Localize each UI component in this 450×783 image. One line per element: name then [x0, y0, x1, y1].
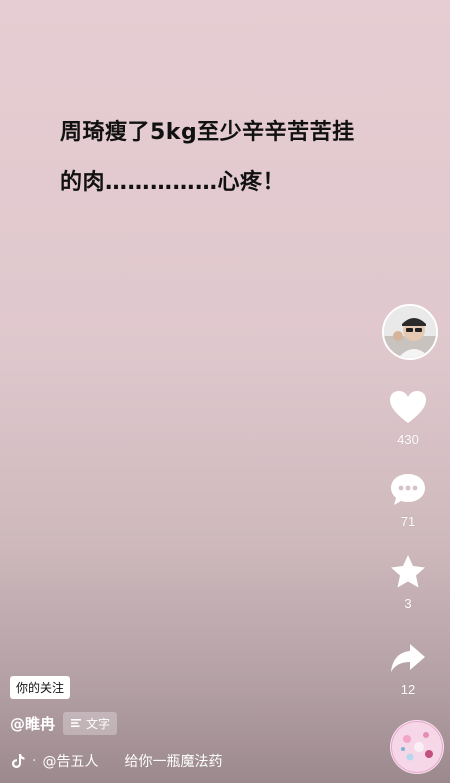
comment-icon	[391, 474, 425, 505]
author-row: @睢冉 文字	[10, 711, 118, 735]
post-caption: 周琦瘦了5kg至少辛辛苦苦挂 的肉……………心疼！	[60, 108, 410, 208]
text-lines-icon	[71, 719, 82, 727]
video-feed-screen: 周琦瘦了5kg至少辛辛苦苦挂 的肉……………心疼！ 430 71 3 12 你的…	[0, 0, 450, 783]
music-row[interactable]: · @告五人 给你一瓶魔法药	[10, 749, 250, 773]
album-cover-icon	[392, 722, 442, 772]
music-disc[interactable]	[390, 720, 444, 774]
following-chip[interactable]: 你的关注	[10, 676, 71, 699]
post-caption-line-2: 的肉……………心疼！	[60, 170, 286, 195]
share-arrow-icon	[391, 644, 425, 672]
avatar-image	[384, 306, 436, 358]
share-button[interactable]: 12	[370, 638, 446, 697]
comment-button[interactable]: 71	[370, 470, 446, 529]
like-count: 430	[397, 432, 419, 447]
favorite-count: 3	[404, 596, 412, 611]
heart-icon	[390, 391, 426, 423]
star-icon	[391, 555, 425, 588]
author-name[interactable]: @睢冉	[10, 713, 55, 734]
text-post-badge[interactable]: 文字	[63, 711, 118, 735]
share-count: 12	[400, 682, 416, 697]
tiktok-note-icon	[12, 754, 25, 768]
comment-count: 71	[400, 514, 416, 529]
favorite-button[interactable]: 3	[370, 552, 446, 611]
creator-avatar[interactable]	[382, 304, 438, 360]
like-button[interactable]: 430	[370, 388, 446, 447]
music-title: 给你一瓶魔法药	[124, 754, 223, 770]
music-artist: @告五人	[42, 754, 99, 770]
post-caption-line-1: 周琦瘦了5kg至少辛辛苦苦挂	[60, 120, 355, 145]
text-badge-label: 文字	[86, 716, 111, 731]
action-rail: 430 71 3 12	[370, 300, 450, 783]
music-separator: ·	[32, 753, 37, 769]
